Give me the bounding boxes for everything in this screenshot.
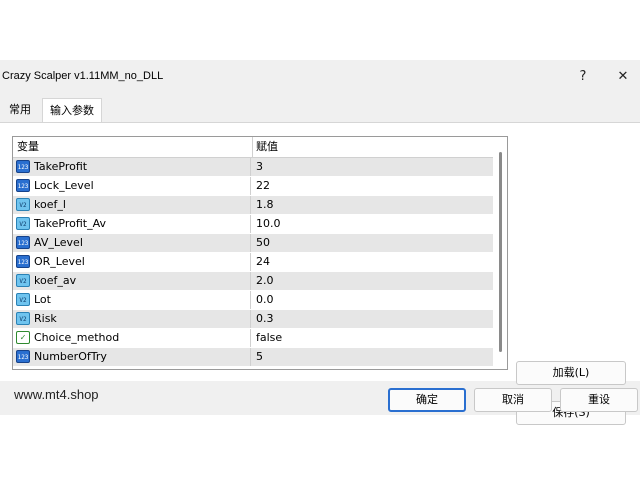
- tab-inputs[interactable]: 输入参数: [42, 98, 102, 123]
- int-icon: 123: [16, 255, 30, 268]
- table-row[interactable]: V2 koef_l 1.8: [13, 196, 493, 215]
- ok-button[interactable]: 确定: [388, 388, 466, 412]
- value-cell[interactable]: 10.0: [256, 215, 281, 233]
- table-row[interactable]: 123 AV_Level 50: [13, 234, 493, 253]
- variable-name: TakeProfit_Av: [34, 217, 106, 230]
- cancel-button[interactable]: 取消: [474, 388, 552, 412]
- table-row[interactable]: V2 TakeProfit_Av 10.0: [13, 215, 493, 234]
- help-icon[interactable]: ?: [572, 66, 594, 88]
- inputs-panel: 变量 赋值 123 TakeProfit 3 123 Lock_Level 22 V2 koe…: [0, 122, 640, 425]
- variable-name: OR_Level: [34, 255, 85, 268]
- watermark-text: www.mt4.shop: [14, 387, 99, 402]
- table-row[interactable]: 123 TakeProfit 3: [13, 158, 493, 177]
- variable-cell[interactable]: V2 TakeProfit_Av: [13, 215, 251, 233]
- int-icon: 123: [16, 179, 30, 192]
- value-cell[interactable]: 0.0: [256, 291, 274, 309]
- reset-button[interactable]: 重设: [560, 388, 638, 412]
- scrollbar-thumb[interactable]: [499, 152, 502, 352]
- grid-rows: 123 TakeProfit 3 123 Lock_Level 22 V2 koef_l 1.8…: [13, 158, 493, 367]
- table-row[interactable]: V2 Lot 0.0: [13, 291, 493, 310]
- variable-name: koef_av: [34, 274, 77, 287]
- variable-cell[interactable]: 123 NumberOfTry: [13, 348, 251, 366]
- int-icon: 123: [16, 236, 30, 249]
- variable-cell[interactable]: ✓ Choice_method: [13, 329, 251, 347]
- load-button[interactable]: 加载(L): [516, 361, 626, 385]
- value-cell[interactable]: 2.0: [256, 272, 274, 290]
- variable-cell[interactable]: 123 AV_Level: [13, 234, 251, 252]
- variable-name: AV_Level: [34, 236, 83, 249]
- dialog-window: Crazy Scalper v1.11MM_no_DLL ? ✕ 常用 输入参数…: [0, 60, 640, 425]
- value-cell[interactable]: 22: [256, 177, 270, 195]
- variable-cell[interactable]: V2 Risk: [13, 310, 251, 328]
- value-cell[interactable]: 24: [256, 253, 270, 271]
- column-header-value[interactable]: 赋值: [256, 137, 278, 157]
- variable-name: koef_l: [34, 198, 66, 211]
- table-row[interactable]: ✓ Choice_method false: [13, 329, 493, 348]
- value-cell[interactable]: false: [256, 329, 282, 347]
- variable-name: TakeProfit: [34, 160, 88, 173]
- table-row[interactable]: V2 Risk 0.3: [13, 310, 493, 329]
- close-icon[interactable]: ✕: [612, 66, 634, 88]
- column-divider[interactable]: [252, 137, 253, 157]
- variable-name: Risk: [34, 312, 57, 325]
- tab-bar: 常用 输入参数: [0, 98, 640, 123]
- tab-common[interactable]: 常用: [0, 98, 40, 122]
- double-icon: V2: [16, 198, 30, 211]
- variable-cell[interactable]: V2 koef_l: [13, 196, 251, 214]
- variable-name: NumberOfTry: [34, 350, 107, 363]
- table-row[interactable]: 123 Lock_Level 22: [13, 177, 493, 196]
- value-cell[interactable]: 5: [256, 348, 263, 366]
- variable-name: Lot: [34, 293, 51, 306]
- int-icon: 123: [16, 350, 30, 363]
- variable-cell[interactable]: 123 Lock_Level: [13, 177, 251, 195]
- double-icon: V2: [16, 293, 30, 306]
- int-icon: 123: [16, 160, 30, 173]
- variable-cell[interactable]: V2 Lot: [13, 291, 251, 309]
- variable-name: Lock_Level: [34, 179, 94, 192]
- variable-name: Choice_method: [34, 331, 120, 344]
- bool-icon: ✓: [16, 331, 30, 344]
- variable-cell[interactable]: 123 TakeProfit: [13, 158, 251, 176]
- variable-cell[interactable]: V2 koef_av: [13, 272, 251, 290]
- variable-cell[interactable]: 123 OR_Level: [13, 253, 251, 271]
- parameter-grid: 变量 赋值 123 TakeProfit 3 123 Lock_Level 22 V2 koe…: [12, 136, 508, 370]
- value-cell[interactable]: 3: [256, 158, 263, 176]
- double-icon: V2: [16, 217, 30, 230]
- window-title: Crazy Scalper v1.11MM_no_DLL: [2, 70, 164, 82]
- value-cell[interactable]: 50: [256, 234, 270, 252]
- title-bar[interactable]: Crazy Scalper v1.11MM_no_DLL ? ✕: [0, 60, 640, 94]
- value-cell[interactable]: 1.8: [256, 196, 274, 214]
- grid-header: 变量 赋值: [13, 137, 493, 158]
- double-icon: V2: [16, 312, 30, 325]
- value-cell[interactable]: 0.3: [256, 310, 274, 328]
- double-icon: V2: [16, 274, 30, 287]
- vertical-scrollbar[interactable]: [495, 137, 507, 369]
- table-row[interactable]: 123 OR_Level 24: [13, 253, 493, 272]
- table-row[interactable]: 123 NumberOfTry 5: [13, 348, 493, 367]
- column-header-variable[interactable]: 变量: [17, 137, 39, 157]
- table-row[interactable]: V2 koef_av 2.0: [13, 272, 493, 291]
